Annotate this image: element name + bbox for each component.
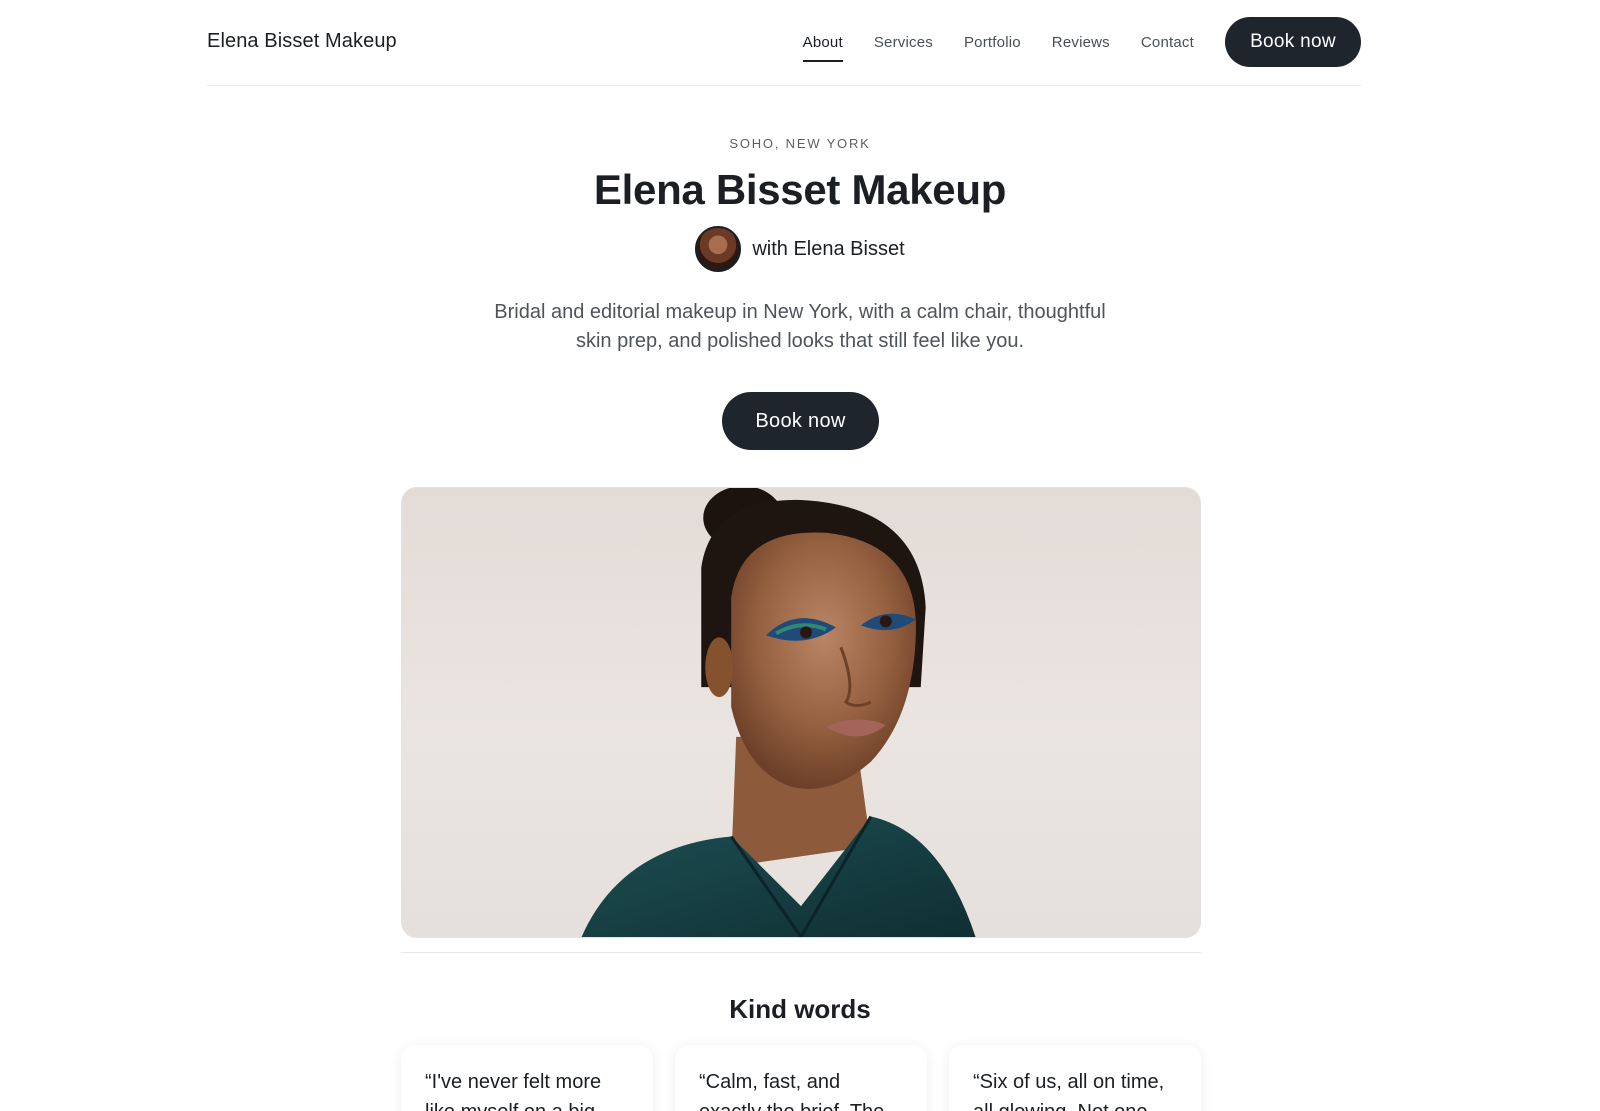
nav-services[interactable]: Services — [874, 22, 933, 62]
reviews-list: “I've never felt more like myself on a b… — [401, 1045, 1201, 1111]
avatar — [695, 226, 742, 272]
site-header: Elena Bisset Makeup About Services Portf… — [207, 0, 1361, 86]
nav-about[interactable]: About — [802, 22, 844, 62]
review-text: “Calm, fast, and exactly the brief. The — [699, 1071, 884, 1111]
review-card: “Calm, fast, and exactly the brief. The — [675, 1045, 927, 1111]
portrait-illustration — [581, 488, 976, 937]
byline-text: with Elena Bisset — [752, 237, 905, 260]
page-title: Elena Bisset Makeup — [593, 166, 1007, 213]
book-now-hero-button[interactable]: Book now — [722, 392, 879, 450]
nav-reviews[interactable]: Reviews — [1052, 22, 1110, 62]
book-now-header-button[interactable]: Book now — [1225, 17, 1361, 67]
review-text: “I've never felt more like myself on a b… — [425, 1071, 602, 1111]
intro-text: Bridal and editorial makeup in New York,… — [494, 301, 1106, 352]
review-card: “I've never felt more like myself on a b… — [401, 1045, 653, 1111]
brand-logo[interactable]: Elena Bisset Makeup — [207, 30, 397, 53]
review-text: “Six of us, all on time, all glowing. No… — [973, 1071, 1165, 1111]
review-card: “Six of us, all on time, all glowing. No… — [949, 1045, 1201, 1111]
main-nav: About Services Portfolio Reviews Contact… — [802, 17, 1361, 67]
byline: with Elena Bisset — [0, 226, 1600, 272]
reviews-title: Kind words — [729, 994, 871, 1024]
hero-portrait-image — [401, 487, 1201, 938]
nav-portfolio[interactable]: Portfolio — [964, 22, 1021, 62]
section-divider — [401, 952, 1201, 953]
nav-contact[interactable]: Contact — [1141, 22, 1194, 62]
location-eyebrow: SOHO, NEW YORK — [729, 136, 871, 151]
